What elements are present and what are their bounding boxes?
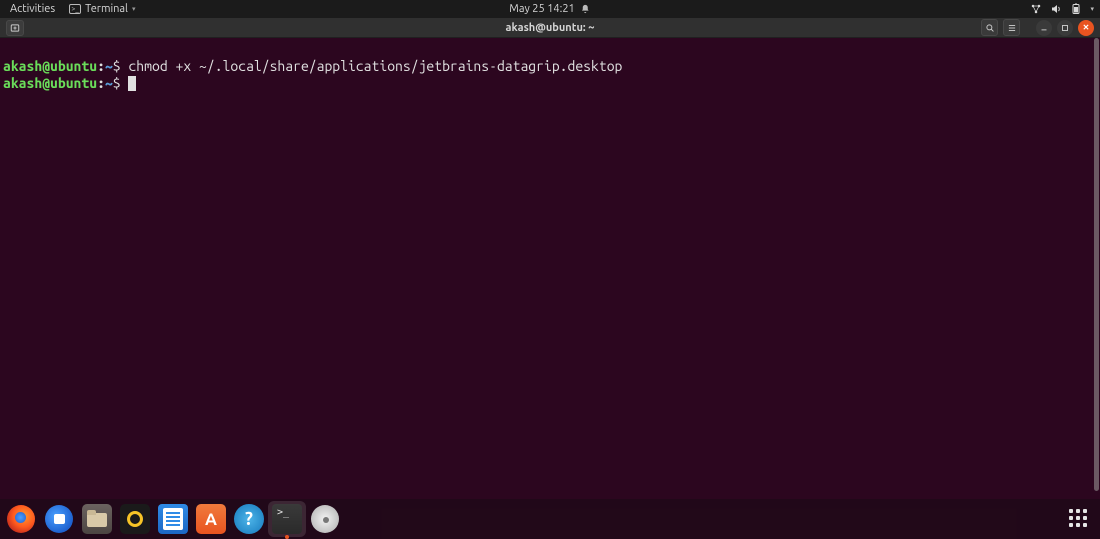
chevron-down-icon: ▾ bbox=[132, 5, 136, 13]
minimize-button[interactable] bbox=[1036, 20, 1052, 36]
software-icon: A bbox=[196, 504, 226, 534]
writer-icon bbox=[158, 504, 188, 534]
terminal-header-bar: akash@ubuntu: ~ ✕ bbox=[0, 18, 1100, 38]
maximize-button[interactable] bbox=[1057, 20, 1073, 36]
dock-disc[interactable] bbox=[310, 504, 340, 534]
dock-rhythmbox[interactable] bbox=[120, 504, 150, 534]
hamburger-icon bbox=[1007, 23, 1017, 33]
dock: A ? bbox=[0, 499, 1100, 539]
app-menu[interactable]: >_ Terminal ▾ bbox=[69, 3, 135, 15]
prompt-colon: : bbox=[97, 58, 105, 74]
volume-icon bbox=[1050, 3, 1062, 15]
prompt-dollar: $ bbox=[113, 75, 129, 91]
dock-libreoffice-writer[interactable] bbox=[158, 504, 188, 534]
battery-icon bbox=[1070, 3, 1082, 15]
dock-firefox[interactable] bbox=[6, 504, 36, 534]
rhythmbox-icon bbox=[120, 504, 150, 534]
help-icon: ? bbox=[234, 504, 264, 534]
new-tab-icon bbox=[10, 23, 20, 33]
maximize-icon bbox=[1060, 23, 1070, 33]
terminal-mini-icon: >_ bbox=[69, 4, 81, 14]
activities-button[interactable]: Activities bbox=[6, 3, 59, 15]
clock-area[interactable]: May 25 14:21 bbox=[509, 3, 590, 15]
hamburger-menu-button[interactable] bbox=[1003, 19, 1020, 36]
firefox-icon bbox=[7, 505, 35, 533]
prompt-path: ~ bbox=[105, 75, 113, 91]
search-icon bbox=[985, 23, 995, 33]
files-icon bbox=[82, 504, 112, 534]
network-icon bbox=[1030, 3, 1042, 15]
terminal-icon bbox=[272, 504, 302, 534]
terminal-scrollbar[interactable] bbox=[1094, 38, 1099, 491]
prompt-user: akash@ubuntu bbox=[3, 58, 97, 74]
thunderbird-icon bbox=[45, 505, 73, 533]
terminal-viewport[interactable]: akash@ubuntu:~$ chmod +x ~/.local/share/… bbox=[0, 38, 1100, 539]
dock-terminal[interactable] bbox=[272, 504, 302, 534]
datetime-label: May 25 14:21 bbox=[509, 3, 574, 15]
text-cursor bbox=[128, 76, 136, 91]
show-applications-button[interactable] bbox=[1064, 504, 1094, 534]
dock-files[interactable] bbox=[82, 504, 112, 534]
command-text: chmod +x ~/.local/share/applications/jet… bbox=[128, 58, 622, 74]
close-button[interactable]: ✕ bbox=[1078, 20, 1094, 36]
apps-grid-icon bbox=[1069, 509, 1089, 529]
search-button[interactable] bbox=[981, 19, 998, 36]
close-icon: ✕ bbox=[1083, 23, 1090, 32]
prompt-dollar: $ bbox=[113, 58, 129, 74]
prompt-colon: : bbox=[97, 75, 105, 91]
disc-icon bbox=[311, 505, 339, 533]
chevron-down-icon: ▾ bbox=[1090, 5, 1094, 13]
prompt-path: ~ bbox=[105, 58, 113, 74]
gnome-topbar: Activities >_ Terminal ▾ May 25 14:21 ▾ bbox=[0, 0, 1100, 18]
window-title: akash@ubuntu: ~ bbox=[506, 22, 595, 34]
dock-help[interactable]: ? bbox=[234, 504, 264, 534]
system-status-area[interactable]: ▾ bbox=[1030, 3, 1094, 15]
dock-ubuntu-software[interactable]: A bbox=[196, 504, 226, 534]
prompt-user: akash@ubuntu bbox=[3, 75, 97, 91]
dock-thunderbird[interactable] bbox=[44, 504, 74, 534]
minimize-icon bbox=[1039, 23, 1049, 33]
new-tab-button[interactable] bbox=[6, 20, 24, 36]
app-menu-label: Terminal bbox=[85, 3, 128, 15]
notification-icon bbox=[581, 4, 591, 14]
